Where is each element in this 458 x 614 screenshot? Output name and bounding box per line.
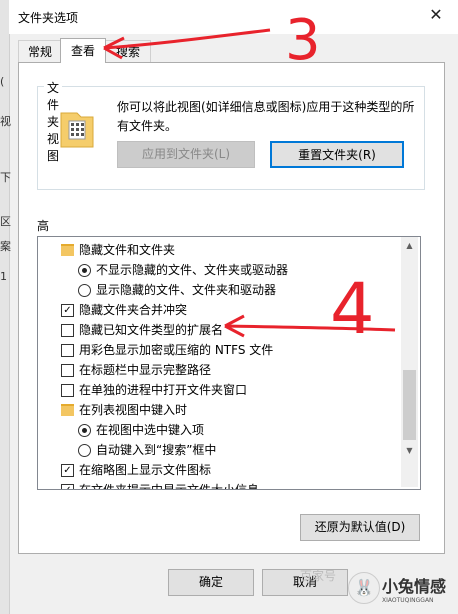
checkbox[interactable] (61, 344, 74, 357)
radio-button[interactable] (78, 264, 91, 277)
list-item: 隐藏文件和文件夹 (38, 240, 400, 260)
folder-views-description: 你可以将此视图(如详细信息或图标)应用于这种类型的所有文件夹。 (117, 100, 415, 133)
folder-icon (61, 244, 74, 256)
strip-text: 视 (0, 115, 11, 128)
list-item-label: 隐藏已知文件类型的扩展名 (79, 323, 224, 337)
strip-text: 案 (0, 240, 11, 253)
folder-view-icon (60, 112, 94, 148)
checkbox[interactable]: ✓ (61, 464, 74, 477)
radio-button[interactable] (78, 444, 91, 457)
tab-general[interactable]: 常规 (18, 40, 62, 63)
logo-icon: 🐰 (348, 572, 380, 604)
scroll-down-icon[interactable]: ▼ (401, 442, 418, 459)
tab-view[interactable]: 查看 (60, 38, 106, 63)
checkbox[interactable]: ✓ (61, 304, 74, 317)
strip-text: ( (0, 75, 5, 88)
list-item-label: 隐藏文件夹合并冲突 (79, 303, 188, 317)
tab-search[interactable]: 搜索 (105, 40, 151, 63)
list-item[interactable]: ✓ 在缩略图上显示文件图标 (38, 460, 400, 480)
list-item[interactable]: 用彩色显示加密或压缩的 NTFS 文件 (38, 340, 400, 360)
logo-title: 小兔情感 (382, 577, 447, 596)
advanced-settings-list[interactable]: 隐藏文件和文件夹不显示隐藏的文件、文件夹或驱动器 显示隐藏的文件、文件夹和驱动器 ✓… (37, 236, 421, 490)
list-item-label: 隐藏文件和文件夹 (79, 243, 176, 257)
list-item-label: 不显示隐藏的文件、文件夹或驱动器 (96, 263, 289, 277)
list-item[interactable]: ✓ 隐藏文件夹合并冲突 (38, 300, 400, 320)
restore-defaults-button[interactable]: 还原为默认值(D) (300, 514, 420, 541)
list-item-label: 在列表视图中键入时 (79, 403, 188, 417)
watermark-text: 百家号 (300, 569, 337, 583)
list-item-label: 在标题栏中显示完整路径 (79, 363, 212, 377)
list-item-label: 在缩略图上显示文件图标 (79, 463, 212, 477)
list-item[interactable]: 在标题栏中显示完整路径 (38, 360, 400, 380)
list-item-label: 显示隐藏的文件、文件夹和驱动器 (96, 283, 277, 297)
list-item-label: 在视图中选中键入项 (96, 423, 205, 437)
window-title: 文件夹选项 (18, 11, 79, 25)
list-item-label: 用彩色显示加密或压缩的 NTFS 文件 (79, 343, 274, 357)
list-item[interactable]: 显示隐藏的文件、文件夹和驱动器 (38, 280, 400, 300)
apply-to-folders-button[interactable]: 应用到文件夹(L) (117, 141, 255, 168)
strip-text: 1 (0, 270, 7, 283)
list-item[interactable]: 自动键入到“搜索”框中 (38, 440, 400, 460)
strip-text: 区 (0, 215, 11, 228)
list-item: 在列表视图中键入时 (38, 400, 400, 420)
list-item-label: 在文件夹提示中显示文件大小信息 (79, 483, 260, 490)
strip-text: 下 (0, 171, 11, 184)
checkbox[interactable]: ✓ (61, 484, 74, 489)
radio-button[interactable] (78, 284, 91, 297)
logo-subtitle: XIAOTUQINGGAN (382, 597, 434, 604)
background-window-strip: ( 视 下 区 案 1 (0, 0, 11, 614)
list-item[interactable]: 不显示隐藏的文件、文件夹或驱动器 (38, 260, 400, 280)
scrollbar-thumb[interactable] (403, 370, 416, 440)
list-item[interactable]: 隐藏已知文件类型的扩展名 (38, 320, 400, 340)
list-item-label: 自动键入到“搜索”框中 (96, 443, 217, 457)
radio-button[interactable] (78, 424, 91, 437)
reset-folders-button[interactable]: 重置文件夹(R) (270, 141, 404, 168)
list-item-label: 在单独的进程中打开文件夹窗口 (79, 383, 248, 397)
folder-icon (61, 404, 74, 416)
list-item[interactable]: ✓ 在文件夹提示中显示文件大小信息 (38, 480, 400, 490)
list-item[interactable]: 在视图中选中键入项 (38, 420, 400, 440)
scroll-up-icon[interactable]: ▲ (401, 237, 418, 254)
checkbox[interactable] (61, 364, 74, 377)
checkbox[interactable] (61, 384, 74, 397)
list-item[interactable]: 在单独的进程中打开文件夹窗口 (38, 380, 400, 400)
close-icon[interactable]: ✕ (425, 4, 447, 26)
checkbox[interactable] (61, 324, 74, 337)
ok-button[interactable]: 确定 (168, 569, 254, 596)
